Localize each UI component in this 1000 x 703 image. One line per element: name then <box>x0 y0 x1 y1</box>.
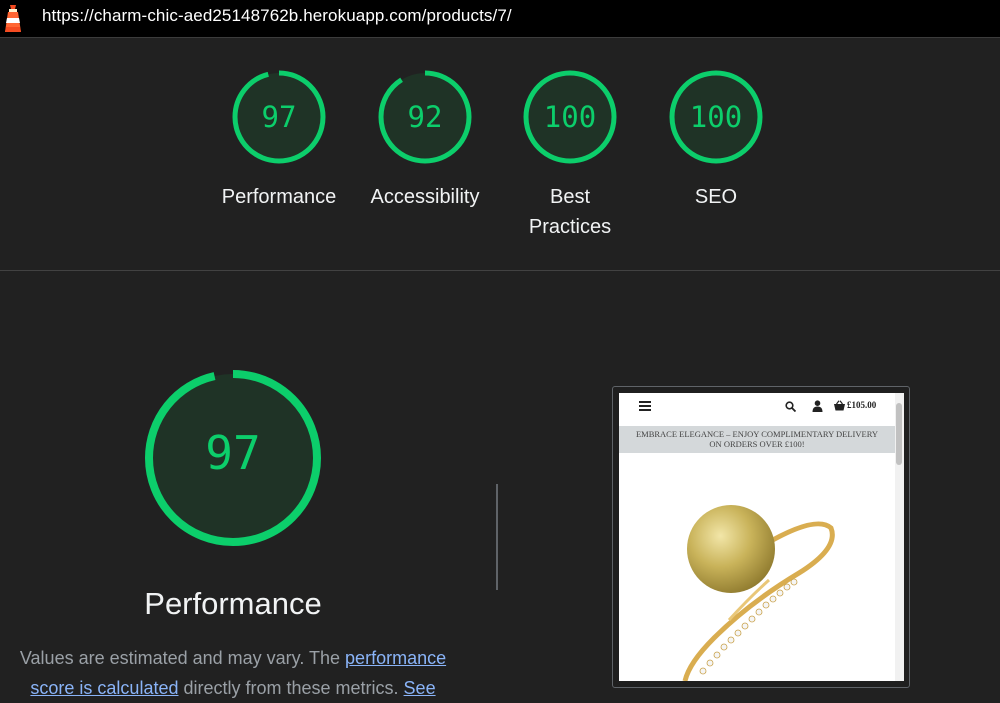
gauge-label-best-practices: Best Practices <box>528 186 612 238</box>
user-icon <box>812 400 823 412</box>
desc-text: Values are estimated and may vary. The <box>19 648 346 668</box>
gauge-label-seo: SEO <box>694 186 738 208</box>
banner-line: ON ORDERS OVER £100! <box>709 439 805 449</box>
gauge-label-performance: Performance <box>221 186 337 208</box>
scrollbar-thumb <box>896 403 902 465</box>
see-calculator-link[interactable]: See <box>404 678 436 698</box>
desc-text: directly from these metrics. <box>178 678 404 698</box>
gauge-seo[interactable]: 100 <box>668 69 764 165</box>
performance-description: Values are estimated and may vary. The p… <box>12 643 454 703</box>
basket-icon <box>834 400 845 411</box>
gauge-performance[interactable]: 97 <box>231 69 327 165</box>
final-screenshot: £105.00 EMBRACE ELEGANCE – ENJOY COMPLIM… <box>619 393 904 681</box>
performance-title: Performance <box>144 586 322 621</box>
vertical-divider <box>496 484 498 590</box>
gauge-accessibility[interactable]: 92 <box>377 69 473 165</box>
delivery-banner: EMBRACE ELEGANCE – ENJOY COMPLIMENTARY D… <box>619 426 895 453</box>
gauge-score: 92 <box>407 100 443 134</box>
performance-score: 97 <box>205 426 261 480</box>
section-divider <box>0 270 1000 271</box>
cart-total: £105.00 <box>847 400 877 410</box>
hamburger-menu-icon <box>639 401 651 411</box>
gauge-score: 100 <box>689 100 743 134</box>
search-icon <box>785 401 796 412</box>
lighthouse-icon <box>5 5 21 32</box>
gauge-score: 100 <box>543 100 597 134</box>
gold-pearl-ring-image <box>682 505 835 681</box>
gauge-best-practices[interactable]: 100 <box>522 69 618 165</box>
banner-line: EMBRACE ELEGANCE – ENJOY COMPLIMENTARY D… <box>635 429 879 439</box>
gauge-score: 97 <box>261 100 297 134</box>
page-url: https://charm-chic-aed25148762b.herokuap… <box>42 6 512 25</box>
gauge-label-accessibility: Accessibility <box>370 186 480 208</box>
url-bar: https://charm-chic-aed25148762b.herokuap… <box>0 0 1000 38</box>
